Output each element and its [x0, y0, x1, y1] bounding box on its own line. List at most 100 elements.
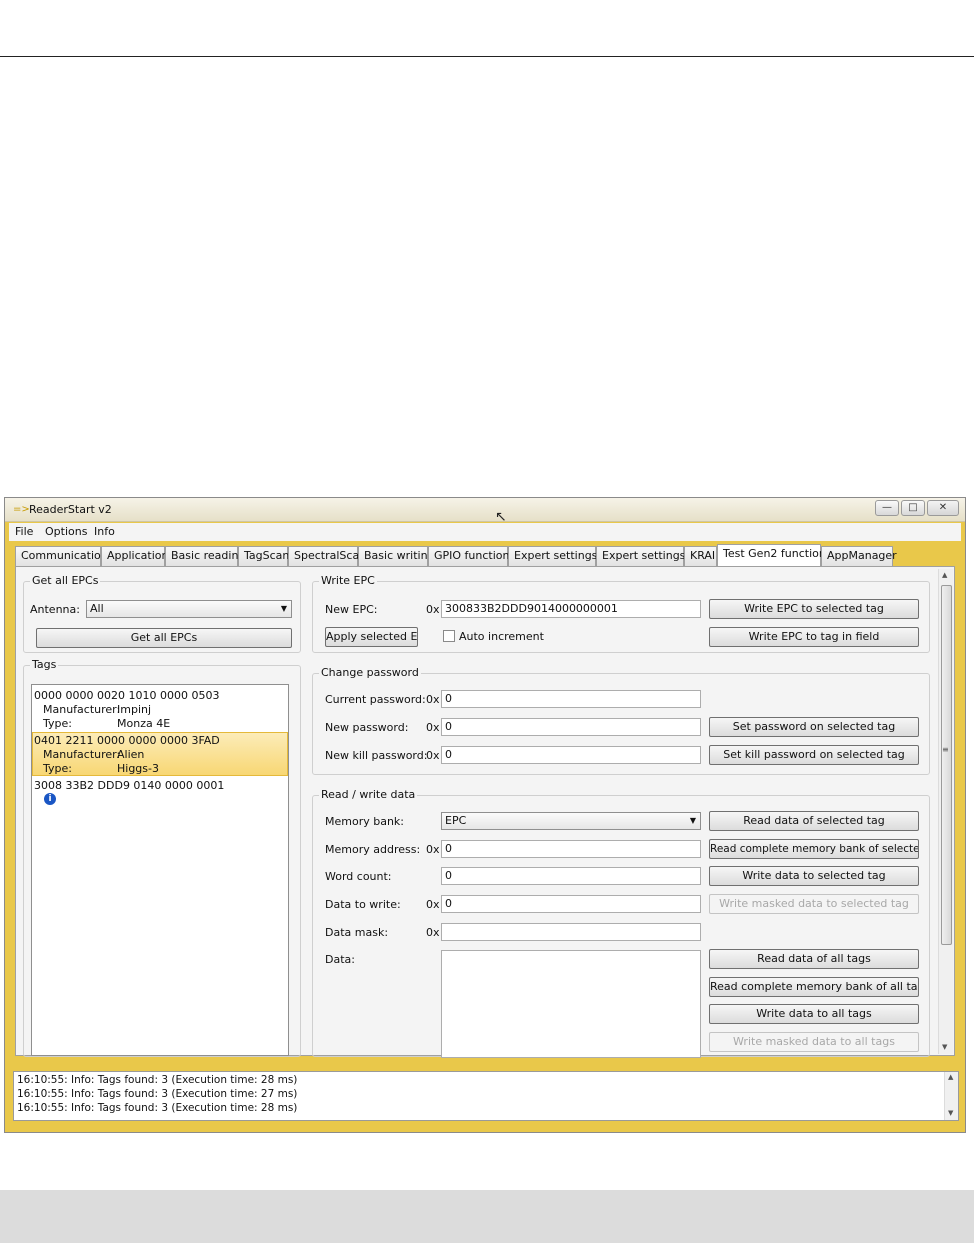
change-password-group: Change password Current password: 0x 0 N…: [312, 666, 930, 775]
memory-bank-value: EPC: [445, 814, 467, 827]
write-data-selected-button[interactable]: Write data to selected tag: [709, 866, 919, 886]
data-to-write-field[interactable]: 0: [441, 895, 701, 913]
memory-address-label: Memory address:: [325, 843, 421, 856]
write-masked-all-button[interactable]: Write masked data to all tags: [709, 1032, 919, 1052]
write-masked-selected-button[interactable]: Write masked data to selected tag: [709, 894, 919, 914]
page-bottom-band: [0, 1190, 974, 1243]
tag-epc: 3008 33B2 DDD9 0140 0000 0001: [34, 779, 225, 792]
log-panel[interactable]: 16:10:55: Info: Tags found: 3 (Execution…: [13, 1071, 959, 1121]
tab-expert-settings-1[interactable]: Expert settings 1: [508, 546, 608, 566]
current-password-label: Current password:: [325, 693, 426, 706]
list-item-selected[interactable]: 0401 2211 0000 0000 0000 3FAD Manufactur…: [32, 732, 288, 776]
menu-options[interactable]: Options: [45, 525, 87, 538]
scroll-down-icon[interactable]: ▼: [948, 1109, 953, 1117]
apply-selected-epc-button[interactable]: Apply selected EPC: [325, 627, 418, 647]
antenna-select-value: All: [90, 602, 104, 615]
list-item[interactable]: 3008 33B2 DDD9 0140 0000 0001 i: [32, 778, 288, 808]
set-kill-password-button[interactable]: Set kill password on selected tag: [709, 745, 919, 765]
menu-info[interactable]: Info: [94, 525, 115, 538]
tag-manufacturer: Alien: [117, 748, 145, 761]
minimize-button[interactable]: —: [875, 500, 899, 516]
tag-manufacturer-label: Manufacturer:: [43, 748, 121, 761]
current-password-field[interactable]: 0: [441, 690, 701, 708]
write-epc-selected-button[interactable]: Write EPC to selected tag: [709, 599, 919, 619]
read-complete-all-button[interactable]: Read complete memory bank of all tags: [709, 977, 919, 997]
tag-type-label: Type:: [43, 717, 72, 730]
info-icon: i: [44, 793, 56, 805]
grip-icon: ≡: [942, 745, 949, 754]
log-line: 16:10:55: Info: Tags found: 3 (Execution…: [17, 1088, 298, 1100]
tab-test-gen2-functions[interactable]: Test Gen2 functions: [717, 544, 832, 566]
log-line: 16:10:55: Info: Tags found: 3 (Execution…: [17, 1102, 298, 1114]
tab-application[interactable]: Application: [101, 546, 168, 566]
log-scrollbar[interactable]: ▲ ▼: [944, 1072, 958, 1120]
list-item[interactable]: 0000 0000 0020 1010 0000 0503 Manufactur…: [32, 687, 288, 731]
tags-group: Tags 0000 0000 0020 1010 0000 0503 Manuf…: [23, 658, 301, 1057]
set-password-button[interactable]: Set password on selected tag: [709, 717, 919, 737]
new-epc-field[interactable]: 300833B2DDD9014000000001: [441, 600, 701, 618]
menu-bar: File Options Info: [9, 523, 961, 541]
write-epc-field-button[interactable]: Write EPC to tag in field: [709, 627, 919, 647]
tab-krai[interactable]: KRAI: [684, 546, 717, 566]
memory-bank-select[interactable]: EPC ▼: [441, 812, 701, 830]
antenna-select[interactable]: All ▼: [86, 600, 292, 618]
write-epc-label: Write EPC: [319, 574, 377, 587]
get-all-epcs-group: Get all EPCs Antenna: All ▼ Get all EPCs: [23, 574, 301, 653]
tab-tagscan[interactable]: TagScan: [238, 546, 289, 566]
new-password-prefix: 0x: [426, 721, 440, 734]
word-count-field[interactable]: 0: [441, 867, 701, 885]
read-complete-selected-button[interactable]: Read complete memory bank of selected ta…: [709, 839, 919, 859]
tag-type: Monza 4E: [117, 717, 171, 730]
close-button[interactable]: ✕: [927, 500, 959, 516]
tab-basic-reading[interactable]: Basic reading: [165, 546, 245, 566]
data-mask-label: Data mask:: [325, 926, 389, 939]
tab-spectralscan[interactable]: SpectralScan: [288, 546, 366, 566]
tag-epc: 0401 2211 0000 0000 0000 3FAD: [34, 734, 220, 747]
new-password-field[interactable]: 0: [441, 718, 701, 736]
data-textarea[interactable]: [441, 950, 701, 1058]
memory-address-field[interactable]: 0: [441, 840, 701, 858]
tag-manufacturer: Impinj: [117, 703, 152, 716]
read-write-data-label: Read / write data: [319, 788, 418, 801]
tab-gpio-functions[interactable]: GPIO functions: [428, 546, 515, 566]
new-kill-password-field[interactable]: 0: [441, 746, 701, 764]
maximize-button[interactable]: □: [901, 500, 925, 516]
menu-file[interactable]: File: [15, 525, 33, 538]
tag-epc: 0000 0000 0020 1010 0000 0503: [34, 689, 220, 702]
auto-increment-checkbox[interactable]: [443, 630, 455, 642]
scroll-up-icon[interactable]: ▲: [948, 1073, 953, 1081]
auto-increment-label: Auto increment: [459, 630, 544, 643]
content-scrollbar[interactable]: ▲ ≡ ▼: [938, 569, 953, 1054]
data-to-write-prefix: 0x: [426, 898, 440, 911]
write-data-all-button[interactable]: Write data to all tags: [709, 1004, 919, 1024]
scroll-up-icon[interactable]: ▲: [942, 571, 947, 579]
window-title: ReaderStart v2: [29, 503, 112, 516]
tab-appmanager[interactable]: AppManager: [821, 546, 897, 566]
chevron-down-icon: ▼: [280, 604, 287, 613]
page-top-rule: [0, 56, 974, 57]
data-mask-field[interactable]: [441, 923, 701, 941]
app-icon: =>: [13, 504, 30, 515]
write-epc-group: Write EPC New EPC: 0x 300833B2DDD9014000…: [312, 574, 930, 653]
get-all-epcs-label: Get all EPCs: [30, 574, 101, 587]
tab-basic-writing[interactable]: Basic writing: [358, 546, 435, 566]
tags-label: Tags: [30, 658, 59, 671]
memory-bank-label: Memory bank:: [325, 815, 405, 828]
new-epc-label: New EPC:: [325, 603, 378, 616]
read-data-all-button[interactable]: Read data of all tags: [709, 949, 919, 969]
tag-list[interactable]: 0000 0000 0020 1010 0000 0503 Manufactur…: [31, 684, 289, 1056]
chevron-down-icon: ▼: [689, 816, 696, 825]
read-write-data-group: Read / write data Memory bank: EPC ▼ Rea…: [312, 788, 930, 1058]
new-epc-prefix: 0x: [426, 603, 440, 616]
scroll-down-icon[interactable]: ▼: [942, 1043, 947, 1051]
tag-type: Higgs-3: [117, 762, 159, 775]
antenna-label: Antenna:: [30, 603, 80, 616]
current-password-prefix: 0x: [426, 693, 440, 706]
memory-address-prefix: 0x: [426, 843, 440, 856]
read-data-selected-button[interactable]: Read data of selected tag: [709, 811, 919, 831]
get-all-epcs-button[interactable]: Get all EPCs: [36, 628, 292, 648]
tab-communication[interactable]: Communication: [15, 546, 108, 566]
word-count-label: Word count:: [325, 870, 392, 883]
scrollbar-thumb[interactable]: [941, 585, 952, 945]
tab-expert-settings-2[interactable]: Expert settings 2: [596, 546, 696, 566]
